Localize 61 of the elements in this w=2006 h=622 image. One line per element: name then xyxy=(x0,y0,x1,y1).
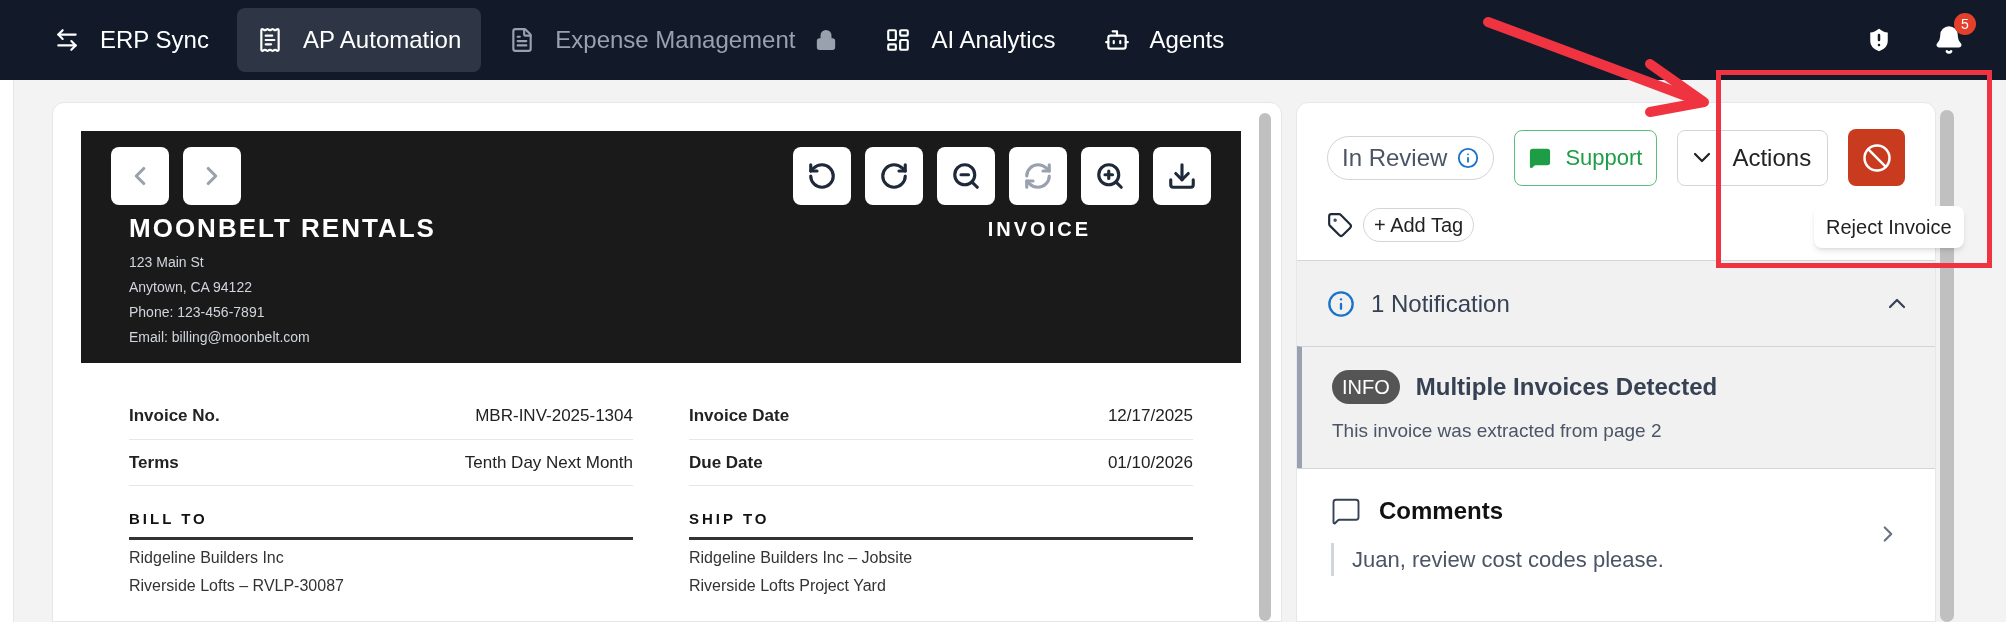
arrows-icon xyxy=(54,27,80,53)
field-label: Due Date xyxy=(689,451,763,474)
zoom-in-icon xyxy=(1095,161,1125,191)
address-line: Ridgeline Builders Inc – Jobsite xyxy=(689,547,914,568)
info-icon xyxy=(1457,146,1480,169)
comment-preview: Juan, review cost codes please. xyxy=(1331,542,1664,576)
document-title: INVOICE xyxy=(987,216,1091,242)
address-line: Riverside Lofts Project Yard xyxy=(689,575,887,596)
dashboard-icon xyxy=(885,27,912,53)
field-label: Invoice Date xyxy=(689,405,790,427)
nav-tab[interactable]: Agents xyxy=(1083,8,1245,72)
field-value: Tenth Day Next Month xyxy=(464,451,633,474)
nav-tab[interactable]: AI Analytics xyxy=(865,8,1076,72)
company-address-line: 123 Main St xyxy=(129,253,205,272)
support-button[interactable]: Support xyxy=(1514,129,1658,186)
rotate-left-button[interactable] xyxy=(793,147,851,205)
field-value: 01/10/2026 xyxy=(1107,451,1193,474)
company-address-line: Phone: 123-456-7891 xyxy=(129,303,266,322)
chevron-up-icon xyxy=(1889,298,1905,309)
nav-tab[interactable]: AP Automation xyxy=(236,8,482,72)
download-icon xyxy=(1167,161,1197,191)
refresh-icon xyxy=(1023,161,1053,191)
previous-button[interactable] xyxy=(111,147,169,205)
field-label: Terms xyxy=(129,451,179,474)
company-name: MOONBELT RENTALS xyxy=(129,212,436,245)
download-button[interactable] xyxy=(1153,147,1211,205)
lock-icon xyxy=(815,29,838,51)
zoom-in-button[interactable] xyxy=(1081,147,1139,205)
notification-message: This invoice was extracted from page 2 xyxy=(1332,419,1663,443)
next-button[interactable] xyxy=(183,147,241,205)
tooltip: Reject Invoice xyxy=(1814,206,1964,248)
rotate-left-icon xyxy=(807,161,837,191)
address-line: Riverside Lofts – RVLP-30087 xyxy=(129,575,345,596)
zoom-out-button[interactable] xyxy=(937,147,995,205)
info-badge: INFO xyxy=(1332,370,1400,404)
prohibited-icon xyxy=(1861,142,1892,173)
field-label: Invoice No. xyxy=(129,405,220,427)
notifications-header[interactable]: 1 Notification xyxy=(1297,260,1935,346)
info-icon xyxy=(1327,289,1355,318)
zoom-out-icon xyxy=(951,161,981,191)
company-address-line: Anytown, CA 94122 xyxy=(129,278,253,297)
comments-row[interactable]: Comments Juan, review cost codes please. xyxy=(1297,467,1935,596)
actions-button[interactable]: Actions xyxy=(1677,129,1829,186)
field-value: MBR-INV-2025-1304 xyxy=(475,405,633,427)
reject-button[interactable] xyxy=(1848,129,1905,186)
notification-count-badge: 5 xyxy=(1954,13,1976,35)
chevron-down-icon xyxy=(1694,152,1711,163)
nav-tab[interactable]: ERP Sync xyxy=(34,8,229,72)
field-value: 12/17/2025 xyxy=(1107,405,1193,427)
rotate-right-icon xyxy=(879,161,909,191)
company-address-line: Email: billing@moonbelt.com xyxy=(129,328,311,347)
rotate-right-button[interactable] xyxy=(865,147,923,205)
notification-title: Multiple Invoices Detected xyxy=(1415,372,1718,402)
address-line: Ridgeline Builders Inc xyxy=(129,547,285,568)
chat-icon xyxy=(1529,146,1552,169)
section-heading: BILL TO xyxy=(129,508,633,540)
section-heading: SHIP TO xyxy=(689,508,1193,540)
scrollbar[interactable] xyxy=(1259,113,1271,621)
robot-icon xyxy=(1103,27,1130,53)
tag-icon xyxy=(1327,212,1353,238)
reset-button[interactable] xyxy=(1009,147,1067,205)
